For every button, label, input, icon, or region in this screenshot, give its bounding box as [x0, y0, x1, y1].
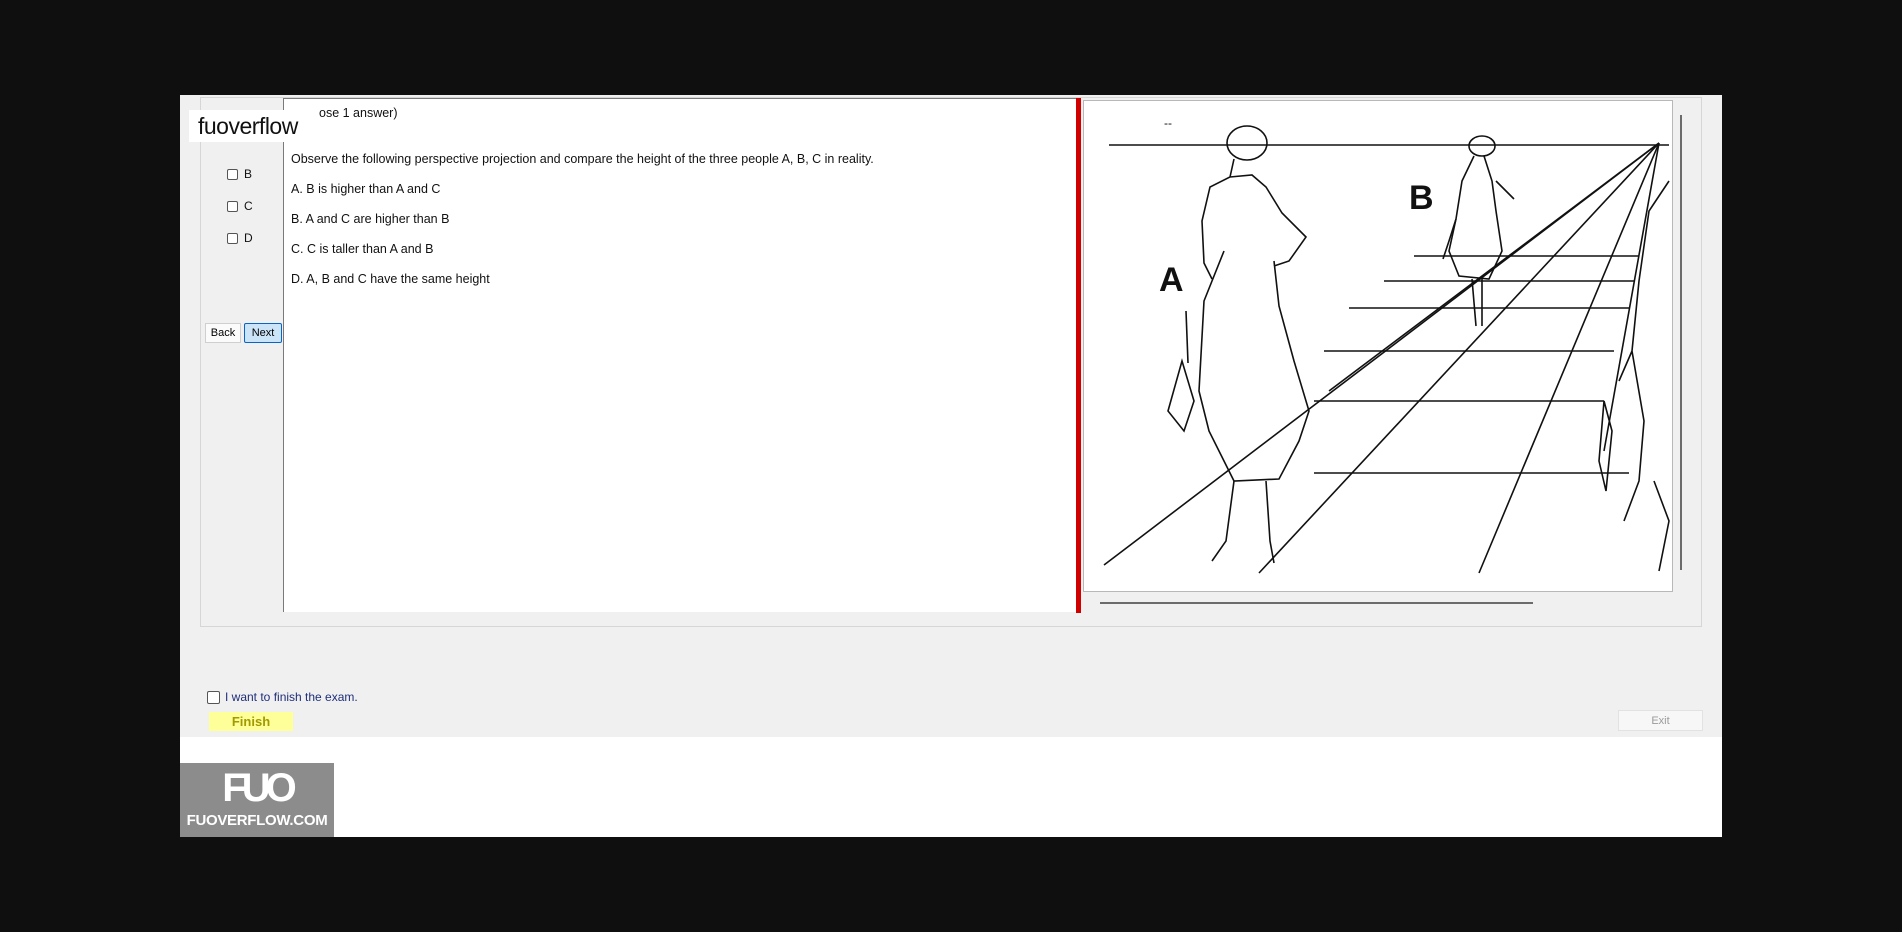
figure-label-a: A	[1159, 261, 1184, 299]
option-d-label: D	[244, 231, 253, 245]
vertical-scrollbar[interactable]	[1680, 115, 1682, 570]
splitter-bar[interactable]	[1076, 98, 1081, 613]
question-instruction: ose 1 answer)	[319, 106, 398, 120]
answer-d: D. A, B and C have the same height	[291, 272, 490, 286]
option-d[interactable]: D	[227, 231, 253, 245]
answer-b: B. A and C are higher than B	[291, 212, 450, 226]
question-figure: A B --	[1083, 100, 1673, 592]
finish-exam-checkbox-row[interactable]: I want to finish the exam.	[207, 690, 358, 704]
logo-mark: FUO	[222, 766, 296, 810]
question-text: Observe the following perspective projec…	[291, 152, 874, 166]
logo-url: FUOVERFLOW.COM	[186, 812, 328, 829]
question-panel: ose 1 answer) Observe the following pers…	[283, 98, 1076, 612]
footer-area	[180, 737, 1722, 837]
fuoverflow-logo: FUO FUOVERFLOW.COM	[180, 763, 334, 837]
checkbox-b[interactable]	[227, 168, 238, 180]
option-c[interactable]: C	[227, 199, 253, 213]
option-c-label: C	[244, 199, 253, 213]
checkbox-d[interactable]	[227, 232, 238, 244]
figure-mark: --	[1164, 116, 1172, 130]
back-button[interactable]: Back	[205, 323, 241, 343]
figure-label-b: B	[1409, 179, 1434, 217]
finish-button[interactable]: Finish	[209, 712, 293, 731]
exit-button[interactable]: Exit	[1618, 710, 1703, 731]
finish-exam-label: I want to finish the exam.	[225, 690, 358, 704]
checkbox-c[interactable]	[227, 200, 238, 212]
next-button[interactable]: Next	[244, 323, 282, 343]
brand-watermark: fuoverflow	[189, 110, 307, 142]
finish-exam-checkbox[interactable]	[207, 690, 220, 704]
option-b[interactable]: B	[227, 167, 252, 181]
option-b-label: B	[244, 167, 253, 181]
horizontal-scrollbar[interactable]	[1100, 602, 1533, 604]
answer-c: C. C is taller than A and B	[291, 242, 434, 256]
answer-a: A. B is higher than A and C	[291, 182, 441, 196]
perspective-drawing: A B --	[1103, 116, 1670, 574]
